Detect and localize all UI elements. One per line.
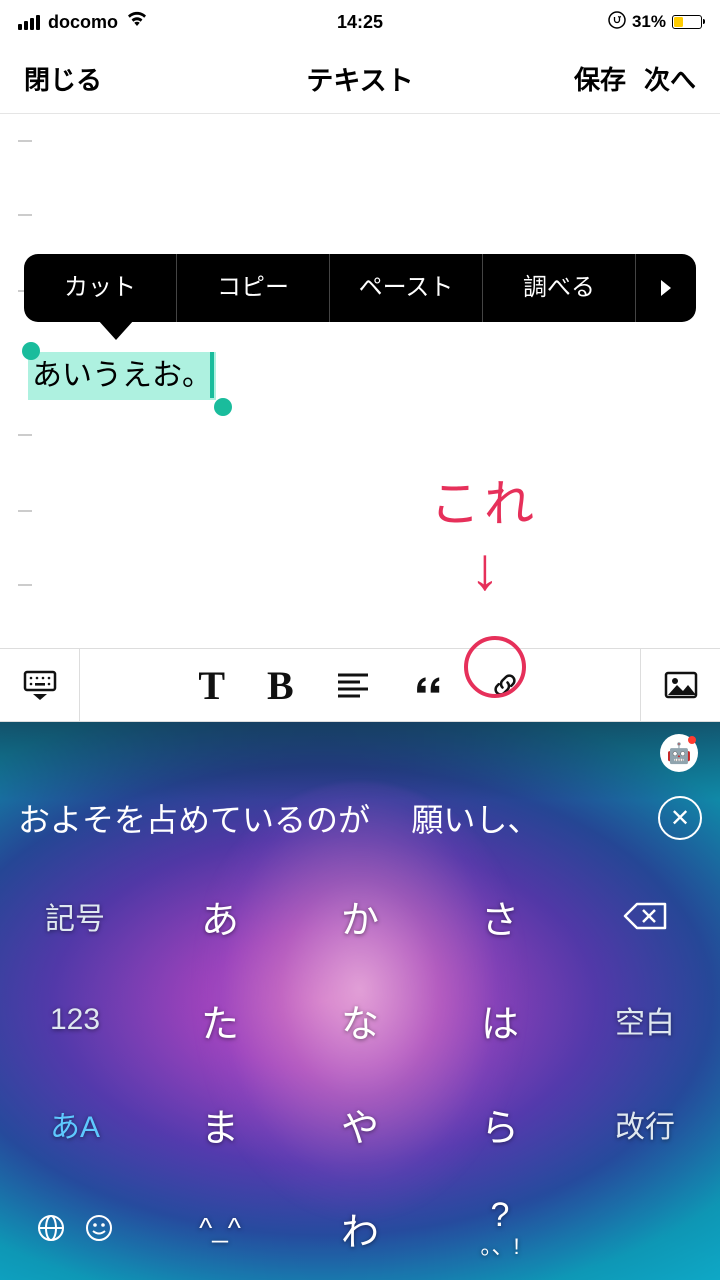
ruler-mark <box>18 214 32 216</box>
selection-handle-start[interactable] <box>22 342 40 360</box>
next-button[interactable]: 次へ <box>644 60 696 97</box>
key-ya[interactable]: や <box>290 1072 430 1176</box>
quote-button[interactable] <box>412 670 446 700</box>
format-toolbar: T B <box>0 648 720 722</box>
battery-icon <box>672 15 702 29</box>
key-ta[interactable]: た <box>150 968 290 1072</box>
battery-percent: 31% <box>632 12 666 32</box>
page-title: テキスト <box>306 59 413 98</box>
software-keyboard: 🤖 およそを占めているのが 願いし、 ✕ 記号 あ か さ 123 た な は … <box>0 722 720 1280</box>
suggestion-1[interactable]: およそを占めているのが <box>18 795 393 841</box>
selection-caret[interactable] <box>210 352 214 398</box>
selection-handle-end[interactable] <box>214 398 232 416</box>
wifi-icon <box>126 10 148 34</box>
annotation-label: これ <box>430 464 538 536</box>
selected-text[interactable]: あいうえお。 <box>28 352 216 400</box>
ruler-mark <box>18 434 32 436</box>
bold-button[interactable]: B <box>267 662 294 709</box>
menu-lookup[interactable]: 調べる <box>483 254 636 322</box>
ruler-mark <box>18 510 32 512</box>
menu-copy[interactable]: コピー <box>177 254 330 322</box>
orientation-lock-icon <box>608 11 626 34</box>
text-style-button[interactable]: T <box>198 662 225 709</box>
key-input-mode[interactable]: あA <box>0 1072 150 1176</box>
key-ha[interactable]: は <box>430 968 570 1072</box>
hide-keyboard-button[interactable] <box>0 649 80 721</box>
key-na[interactable]: な <box>290 968 430 1072</box>
menu-more-arrow-icon[interactable] <box>636 278 696 298</box>
suggestion-bar: およそを占めているのが 願いし、 ✕ <box>0 780 720 856</box>
status-bar: docomo 14:25 31% <box>0 0 720 44</box>
key-punctuation[interactable]: ? 。、! <box>430 1176 570 1280</box>
insert-image-button[interactable] <box>640 649 720 721</box>
text-context-menu: カット コピー ペースト 調べる <box>24 254 696 322</box>
key-blank[interactable] <box>570 1176 720 1280</box>
key-backspace[interactable] <box>570 864 720 968</box>
carrier-label: docomo <box>48 12 118 33</box>
keyboard-assistant-button[interactable]: 🤖 <box>660 734 698 772</box>
key-punct-bottom: 。、! <box>480 1235 519 1259</box>
key-globe[interactable] <box>0 1176 150 1280</box>
key-punct-top: ? <box>491 1197 510 1234</box>
save-button[interactable]: 保存 <box>574 60 626 97</box>
menu-paste[interactable]: ペースト <box>330 254 483 322</box>
clock: 14:25 <box>337 12 383 33</box>
close-button[interactable]: 閉じる <box>24 60 102 97</box>
key-return[interactable]: 改行 <box>570 1072 720 1176</box>
ruler-mark <box>18 140 32 142</box>
key-symbols[interactable]: 記号 <box>0 864 150 968</box>
suggestion-2[interactable]: 願いし、 <box>393 795 646 841</box>
cellular-signal-icon <box>18 15 40 30</box>
annotation-circle-icon <box>464 636 526 698</box>
ruler-mark <box>18 584 32 586</box>
key-a[interactable]: あ <box>150 864 290 968</box>
menu-cut[interactable]: カット <box>24 254 177 322</box>
suggestion-close-button[interactable]: ✕ <box>658 796 702 840</box>
key-ma[interactable]: ま <box>150 1072 290 1176</box>
menu-pointer-icon <box>98 320 134 340</box>
key-kaomoji[interactable]: ^_^ <box>150 1176 290 1280</box>
key-sa[interactable]: さ <box>430 864 570 968</box>
key-ra[interactable]: ら <box>430 1072 570 1176</box>
emoji-icon <box>84 1213 114 1243</box>
key-numbers[interactable]: 123 <box>0 968 150 1072</box>
key-wa[interactable]: わ <box>290 1176 430 1280</box>
align-button[interactable] <box>336 670 370 700</box>
editor-area[interactable]: カット コピー ペースト 調べる あいうえお。 これ ↓ <box>0 114 720 648</box>
nav-bar: 閉じる テキスト 保存 次へ <box>0 44 720 114</box>
globe-icon <box>36 1213 66 1243</box>
key-space[interactable]: 空白 <box>570 968 720 1072</box>
key-ka[interactable]: か <box>290 864 430 968</box>
annotation-arrow-icon: ↓ <box>470 534 500 603</box>
